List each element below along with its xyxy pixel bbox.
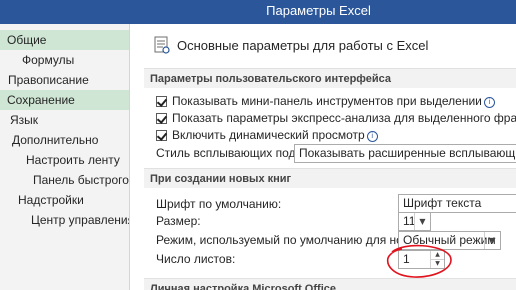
mini-toolbar-label: Показывать мини-панель инструментов при … bbox=[172, 94, 482, 108]
live-preview-option: Включить динамический просмотр i bbox=[172, 127, 378, 144]
chevron-down-icon: ▼ bbox=[414, 213, 430, 230]
options-page-icon bbox=[154, 36, 170, 54]
sidebar-item-label: Сохранение bbox=[7, 93, 75, 107]
sidebar-item-label: Настроить ленту bbox=[26, 153, 120, 167]
sidebar-item-trust-center[interactable]: Центр управления безопасностью bbox=[0, 210, 129, 230]
sidebar-item-formulas[interactable]: Формулы bbox=[0, 50, 129, 70]
sidebar-item-language[interactable]: Язык bbox=[0, 110, 129, 130]
default-font-value: Шрифт текста bbox=[403, 196, 482, 210]
window-title: Параметры Excel bbox=[266, 3, 371, 18]
sidebar: Общие Формулы Правописание Сохранение Яз… bbox=[0, 24, 130, 290]
info-icon: i bbox=[366, 131, 378, 142]
page-title: Основные параметры для работы с Excel bbox=[177, 38, 429, 53]
sidebar-item-label: Формулы bbox=[22, 53, 75, 67]
sidebar-item-quick-access[interactable]: Панель быстрого доступа bbox=[0, 170, 129, 190]
quick-analysis-option: Показать параметры экспресс-анализа для … bbox=[172, 110, 516, 127]
font-size-dropdown[interactable]: 11 ▼ bbox=[398, 212, 431, 231]
sidebar-item-label: Общие bbox=[7, 33, 47, 47]
chevron-down-icon: ▼ bbox=[484, 232, 500, 249]
sidebar-item-label: Центр управления безопасностью bbox=[31, 213, 129, 227]
mini-toolbar-option: Показывать мини-панель инструментов при … bbox=[172, 93, 495, 110]
tooltip-style-dropdown[interactable]: Показывать расширенные всплывающие подск… bbox=[294, 144, 516, 163]
annotation-circle bbox=[386, 244, 452, 278]
tooltip-style-value: Показывать расширенные всплывающие подск… bbox=[299, 146, 516, 160]
section-header-personalize: Личная настройка Microsoft Office bbox=[144, 278, 516, 290]
sidebar-item-label: Надстройки bbox=[18, 193, 84, 207]
sidebar-item-label: Правописание bbox=[8, 73, 89, 87]
sidebar-item-label: Дополнительно bbox=[12, 133, 99, 147]
live-preview-label: Включить динамический просмотр bbox=[172, 128, 365, 142]
sidebar-item-label: Язык bbox=[10, 113, 39, 127]
font-size-label: Размер: bbox=[156, 214, 201, 228]
section-header-new-workbooks: При создании новых книг bbox=[144, 168, 516, 188]
live-preview-checkbox[interactable] bbox=[156, 130, 167, 141]
sidebar-item-addins[interactable]: Надстройки bbox=[0, 190, 129, 210]
section-header-ui-options: Параметры пользовательского интерфейса bbox=[144, 68, 516, 88]
main-panel: Основные параметры для работы с Excel Па… bbox=[130, 24, 516, 290]
sheet-count-label: Число листов: bbox=[156, 252, 236, 266]
quick-analysis-checkbox[interactable] bbox=[156, 113, 167, 124]
sidebar-item-label: Панель быстрого доступа bbox=[33, 173, 129, 187]
default-font-label: Шрифт по умолчанию: bbox=[156, 197, 282, 211]
sidebar-item-proofing[interactable]: Правописание bbox=[0, 70, 129, 90]
sidebar-item-customize-ribbon[interactable]: Настроить ленту bbox=[0, 150, 129, 170]
info-icon: i bbox=[483, 97, 495, 108]
quick-analysis-label: Показать параметры экспресс-анализа для … bbox=[172, 111, 516, 125]
sidebar-item-general[interactable]: Общие bbox=[0, 30, 129, 50]
mini-toolbar-checkbox[interactable] bbox=[156, 96, 167, 107]
title-bar: Параметры Excel bbox=[0, 0, 516, 24]
default-font-dropdown[interactable]: Шрифт текста bbox=[398, 194, 516, 213]
sidebar-item-advanced[interactable]: Дополнительно bbox=[0, 130, 129, 150]
sidebar-item-save[interactable]: Сохранение bbox=[0, 90, 129, 110]
